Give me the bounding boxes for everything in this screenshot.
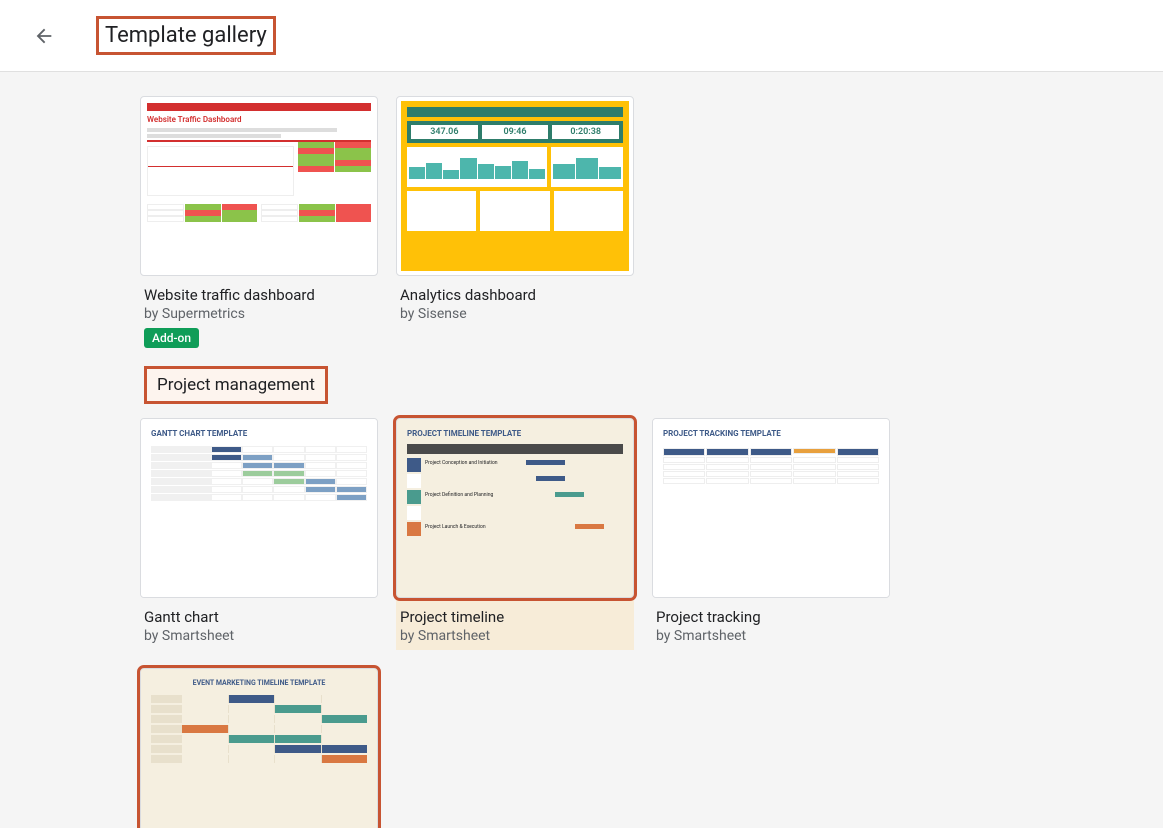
- template-byline: by Supermetrics: [140, 306, 378, 322]
- template-byline: by Smartsheet: [140, 628, 378, 644]
- template-thumbnail: 347.06 09:46 0:20:38: [396, 96, 634, 276]
- template-row-project-management: GANTT CHART TEMPLATE Gantt chart by Smar…: [140, 418, 1023, 828]
- template-thumbnail: GANTT CHART TEMPLATE: [140, 418, 378, 598]
- template-byline: by Smartsheet: [652, 628, 890, 644]
- header: Template gallery: [0, 0, 1163, 72]
- template-card-project-tracking[interactable]: PROJECT TRACKING TEMPLATE Project tracki…: [652, 418, 890, 650]
- template-thumbnail: Website Traffic Dashboard: [140, 96, 378, 276]
- template-title: Gantt chart: [140, 608, 378, 626]
- back-button[interactable]: [24, 16, 64, 56]
- template-card-project-timeline[interactable]: PROJECT TIMELINE TEMPLATE Project Concep…: [396, 418, 634, 650]
- arrow-left-icon: [33, 25, 55, 47]
- template-byline: by Sisense: [396, 306, 634, 322]
- template-thumbnail: EVENT MARKETING TIMELINE TEMPLATE: [140, 668, 378, 828]
- template-title: Project timeline: [396, 608, 634, 626]
- template-title: Project tracking: [652, 608, 890, 626]
- template-thumbnail: PROJECT TIMELINE TEMPLATE Project Concep…: [396, 418, 634, 598]
- template-title: Analytics dashboard: [396, 286, 634, 304]
- template-card-analytics-dashboard[interactable]: 347.06 09:46 0:20:38: [396, 96, 634, 348]
- template-thumbnail: PROJECT TRACKING TEMPLATE: [652, 418, 890, 598]
- template-card-website-traffic[interactable]: Website Traffic Dashboard: [140, 96, 378, 348]
- template-byline: by Smartsheet: [396, 628, 634, 644]
- template-row-dashboards: Website Traffic Dashboard: [140, 96, 1023, 348]
- content-area: Website Traffic Dashboard: [0, 72, 1163, 828]
- template-card-event-marketing-timeline[interactable]: EVENT MARKETING TIMELINE TEMPLATE Event …: [140, 668, 378, 828]
- template-title: Website traffic dashboard: [140, 286, 378, 304]
- section-heading-project-management: Project management: [144, 366, 328, 404]
- template-card-gantt-chart[interactable]: GANTT CHART TEMPLATE Gantt chart by Smar…: [140, 418, 378, 650]
- page-title: Template gallery: [96, 16, 276, 55]
- addon-badge: Add-on: [144, 328, 199, 348]
